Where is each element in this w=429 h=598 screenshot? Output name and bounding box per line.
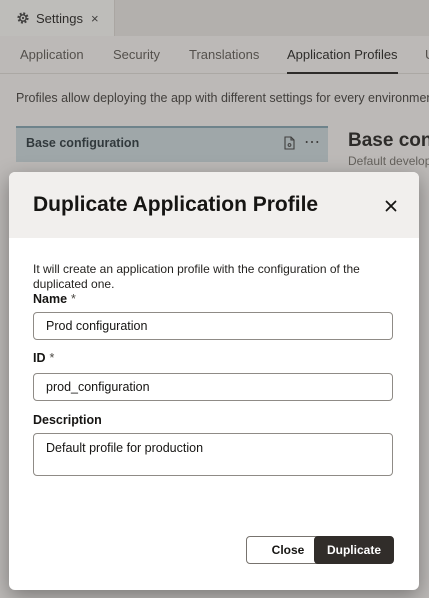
required-mark: * [71, 292, 76, 306]
required-mark: * [49, 351, 55, 365]
dialog-title: Duplicate Application Profile [33, 193, 319, 216]
id-field[interactable] [33, 373, 393, 401]
name-field[interactable] [33, 312, 393, 340]
description-label: Description [33, 413, 102, 427]
description-field[interactable]: Default profile for production [33, 433, 393, 476]
duplicate-profile-dialog: Duplicate Application Profile It will cr… [9, 172, 419, 590]
name-label-text: Name [33, 292, 68, 306]
duplicate-button[interactable]: Duplicate [314, 536, 394, 564]
dialog-header: Duplicate Application Profile [9, 172, 419, 238]
name-label: Name * [33, 292, 76, 306]
close-icon [385, 200, 397, 212]
id-label: ID * [33, 351, 54, 365]
id-label-text: ID [33, 351, 46, 365]
dialog-description: It will create an application profile wi… [33, 262, 360, 291]
close-dialog-button[interactable] [379, 194, 403, 218]
